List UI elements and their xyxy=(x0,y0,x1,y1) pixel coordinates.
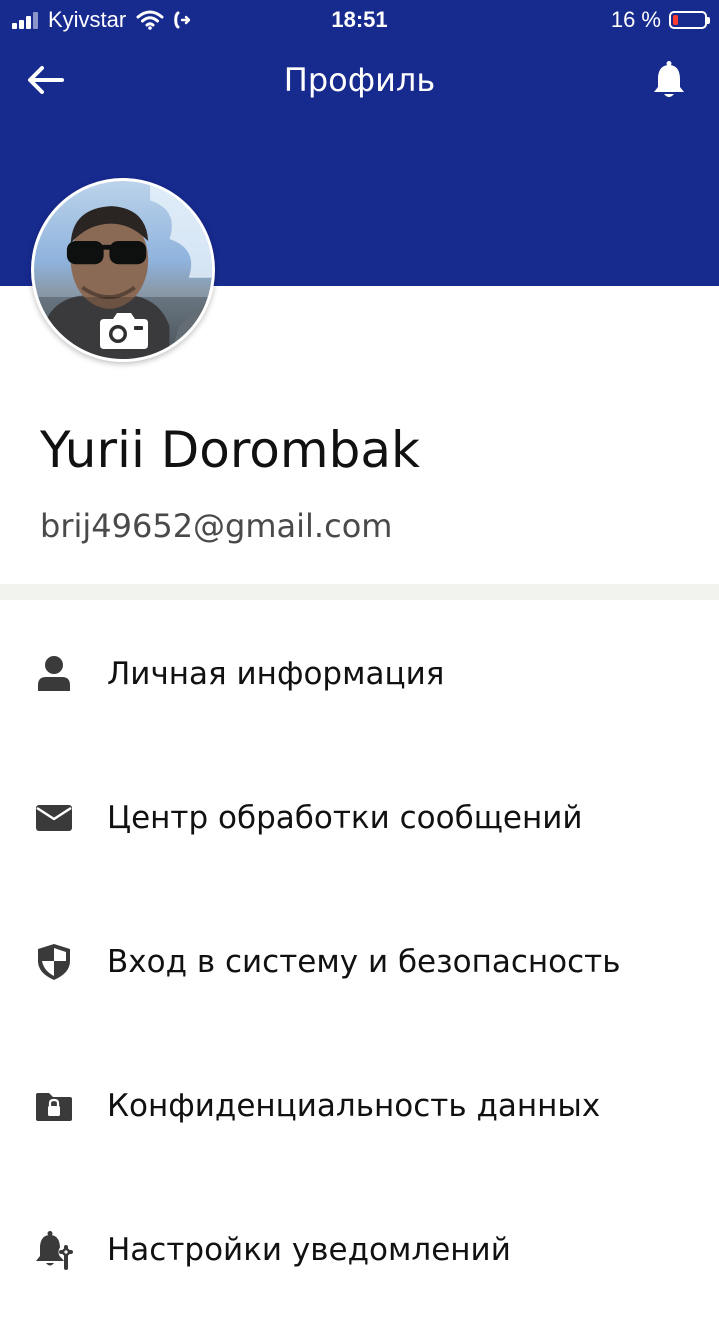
shield-icon xyxy=(34,942,74,982)
status-right: 16 % xyxy=(610,6,710,34)
avatar[interactable] xyxy=(31,178,215,362)
profile-email: brij49652@gmail.com xyxy=(40,507,393,545)
menu-item-label: Конфиденциальность данных xyxy=(107,1088,601,1124)
menu-item-label: Центр обработки сообщений xyxy=(107,800,583,836)
person-icon xyxy=(34,654,74,694)
nav-bar: Профиль xyxy=(0,44,719,116)
bell-icon xyxy=(654,61,684,97)
battery-level xyxy=(673,15,678,25)
menu-item-label: Вход в систему и безопасность xyxy=(107,944,621,980)
menu-item-message-center[interactable]: Центр обработки сообщений xyxy=(0,744,719,888)
section-divider xyxy=(0,584,719,600)
folder-lock-icon xyxy=(34,1086,74,1126)
menu-item-personal-info[interactable]: Личная информация xyxy=(0,600,719,744)
menu-item-label: Настройки уведомлений xyxy=(107,1232,511,1268)
profile-name: Yurii Dorombak xyxy=(40,421,420,479)
profile-menu: Личная информация Центр обработки сообще… xyxy=(0,600,719,1320)
page-title: Профиль xyxy=(283,61,436,99)
battery-icon xyxy=(669,11,710,29)
notifications-button[interactable] xyxy=(645,56,693,104)
status-bar: Kyivstar 18:51 16 % xyxy=(0,0,719,40)
battery-percent: 16 % xyxy=(610,7,661,32)
menu-item-notification-settings[interactable]: Настройки уведомлений xyxy=(0,1176,719,1320)
menu-item-label: Личная информация xyxy=(107,656,445,692)
camera-icon xyxy=(100,313,148,349)
bell-wrench-icon xyxy=(34,1230,74,1270)
menu-item-login-security[interactable]: Вход в систему и безопасность xyxy=(0,888,719,1032)
menu-item-data-privacy[interactable]: Конфиденциальность данных xyxy=(0,1032,719,1176)
envelope-icon xyxy=(34,798,74,838)
